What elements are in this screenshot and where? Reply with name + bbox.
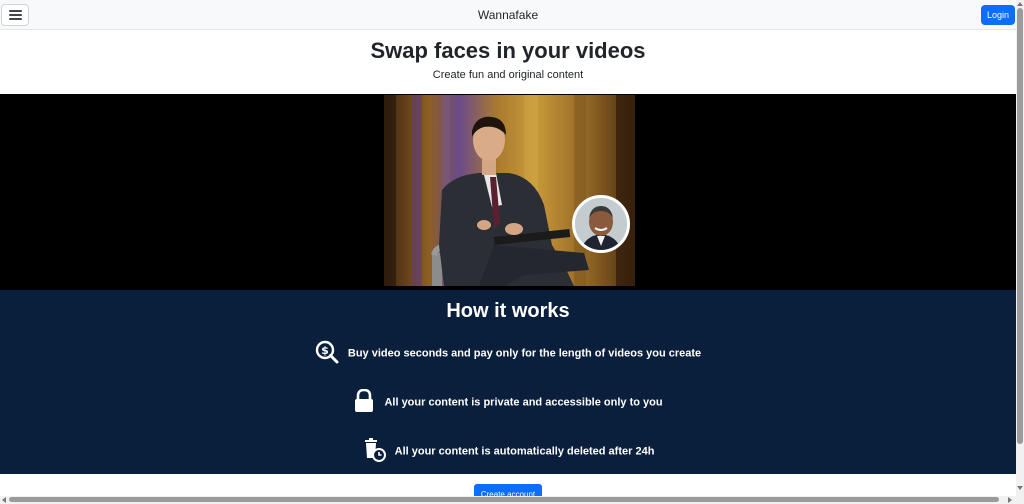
feature-text: All your content is private and accessib… [384, 396, 663, 409]
feature-item-privacy: All your content is private and accessib… [0, 388, 1016, 416]
feature-text: Buy video seconds and pay only for the l… [347, 347, 702, 360]
trash-clock-icon [362, 438, 386, 465]
scroll-left-icon[interactable] [2, 497, 6, 503]
brand-name[interactable]: Wannafake [0, 8, 1016, 22]
scroll-right-icon[interactable] [1008, 497, 1012, 503]
horizontal-scrollbar[interactable] [0, 496, 1016, 504]
vertical-scrollbar[interactable] [1016, 0, 1024, 504]
source-face-avatar [572, 195, 630, 253]
feature-item-pricing: $ Buy video seconds and pay only for the… [0, 340, 1016, 367]
scroll-up-icon[interactable] [1017, 2, 1023, 6]
login-button[interactable]: Login [981, 5, 1015, 25]
face-image [575, 198, 627, 250]
page-title: Swap faces in your videos [370, 38, 646, 63]
lock-icon [353, 388, 375, 416]
scroll-down-icon[interactable] [1017, 486, 1023, 490]
video-area [0, 94, 1016, 290]
video-scene [384, 95, 635, 286]
search-dollar-icon: $ [315, 340, 339, 367]
svg-text:$: $ [321, 344, 329, 357]
feature-text: All your content is automatically delete… [394, 445, 655, 458]
horizontal-scroll-thumb[interactable] [9, 497, 999, 502]
vertical-scroll-thumb[interactable] [1017, 8, 1023, 444]
navbar: Wannafake Login [0, 0, 1016, 30]
page: Wannafake Login Swap faces in your video… [0, 0, 1024, 504]
how-it-works-section: How it works $ Buy video seconds and pay… [0, 290, 1016, 474]
feature-item-deletion: All your content is automatically delete… [0, 438, 1016, 465]
page-subtitle: Create fun and original content [432, 69, 584, 81]
section-title: How it works [446, 300, 570, 322]
demo-video[interactable] [384, 95, 635, 286]
